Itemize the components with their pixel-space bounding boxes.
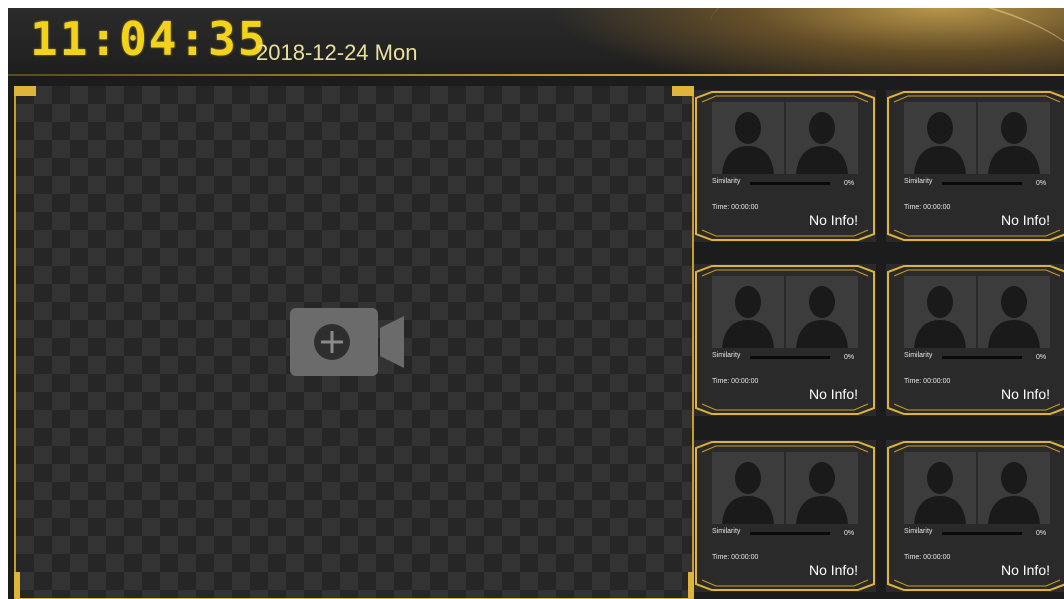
similarity-label: Similarity bbox=[904, 528, 933, 535]
corner-top-left bbox=[14, 86, 36, 96]
person-silhouette-icon bbox=[712, 452, 784, 524]
recognition-card[interactable]: Similarity 0% Time: 00:00:00 No Info! bbox=[886, 440, 1064, 592]
time-label: Time: 00:00:00 bbox=[904, 204, 951, 211]
similarity-bar bbox=[750, 356, 830, 359]
recognition-card[interactable]: Similarity 0% Time: 00:00:00 No Info! bbox=[886, 264, 1064, 416]
person-silhouette-icon bbox=[786, 276, 858, 348]
person-silhouette-icon bbox=[786, 452, 858, 524]
time-label: Time: 00:00:00 bbox=[712, 554, 759, 561]
similarity-value: 0% bbox=[844, 354, 855, 361]
person-silhouette-icon bbox=[786, 452, 858, 524]
photo-pair bbox=[712, 102, 858, 174]
time-label: Time: 00:00:00 bbox=[904, 378, 951, 385]
info-text: No Info! bbox=[1000, 386, 1050, 402]
clock-display: 11:04:35 bbox=[30, 12, 268, 66]
person-silhouette-icon bbox=[712, 276, 784, 348]
person-silhouette-icon bbox=[978, 276, 1050, 348]
person-silhouette-icon bbox=[786, 276, 858, 348]
header-divider bbox=[8, 74, 1064, 76]
person-silhouette-icon bbox=[904, 102, 976, 174]
info-text: No Info! bbox=[1000, 212, 1050, 228]
recognition-card[interactable]: Similarity 0% Time: 00:00:00 No Info! bbox=[886, 90, 1064, 242]
time-label: Time: 00:00:00 bbox=[712, 204, 759, 211]
person-silhouette-icon bbox=[786, 102, 858, 174]
person-silhouette-icon bbox=[978, 276, 1050, 348]
camera-plus-icon[interactable] bbox=[290, 308, 406, 378]
similarity-label: Similarity bbox=[712, 352, 741, 359]
person-silhouette-icon bbox=[978, 102, 1050, 174]
header-streak-decoration bbox=[701, 8, 1064, 76]
similarity-value: 0% bbox=[844, 180, 855, 187]
info-text: No Info! bbox=[808, 562, 858, 578]
person-silhouette-icon bbox=[904, 452, 976, 524]
time-label: Time: 00:00:00 bbox=[904, 554, 951, 561]
app-screen: 11:04:35 2018-12-24 Mon Similarity 0% Ti… bbox=[8, 8, 1064, 599]
person-silhouette-icon bbox=[786, 102, 858, 174]
recognition-card[interactable]: Similarity 0% Time: 00:00:00 No Info! bbox=[694, 90, 876, 242]
person-silhouette-icon bbox=[712, 102, 784, 174]
similarity-label: Similarity bbox=[712, 178, 741, 185]
recognition-card[interactable]: Similarity 0% Time: 00:00:00 No Info! bbox=[694, 264, 876, 416]
person-silhouette-icon bbox=[904, 276, 976, 348]
similarity-label: Similarity bbox=[904, 178, 933, 185]
info-text: No Info! bbox=[808, 386, 858, 402]
similarity-label: Similarity bbox=[904, 352, 933, 359]
info-text: No Info! bbox=[808, 212, 858, 228]
similarity-bar bbox=[942, 532, 1022, 535]
similarity-value: 0% bbox=[1036, 180, 1047, 187]
photo-pair bbox=[904, 102, 1050, 174]
similarity-label: Similarity bbox=[712, 528, 741, 535]
photo-pair bbox=[712, 276, 858, 348]
corner-top-right bbox=[672, 86, 694, 96]
person-silhouette-icon bbox=[904, 452, 976, 524]
corner-bottom-left bbox=[14, 572, 20, 598]
person-silhouette-icon bbox=[904, 276, 976, 348]
photo-pair bbox=[904, 276, 1050, 348]
similarity-value: 0% bbox=[844, 530, 855, 537]
person-silhouette-icon bbox=[978, 452, 1050, 524]
similarity-value: 0% bbox=[1036, 530, 1047, 537]
time-label: Time: 00:00:00 bbox=[712, 378, 759, 385]
similarity-value: 0% bbox=[1036, 354, 1047, 361]
person-silhouette-icon bbox=[978, 102, 1050, 174]
person-silhouette-icon bbox=[712, 102, 784, 174]
person-silhouette-icon bbox=[712, 452, 784, 524]
similarity-bar bbox=[942, 356, 1022, 359]
header-bar: 11:04:35 2018-12-24 Mon bbox=[8, 8, 1064, 76]
photo-pair bbox=[712, 452, 858, 524]
person-silhouette-icon bbox=[978, 452, 1050, 524]
person-silhouette-icon bbox=[712, 276, 784, 348]
similarity-bar bbox=[942, 182, 1022, 185]
similarity-bar bbox=[750, 532, 830, 535]
person-silhouette-icon bbox=[904, 102, 976, 174]
recognition-card[interactable]: Similarity 0% Time: 00:00:00 No Info! bbox=[694, 440, 876, 592]
photo-pair bbox=[904, 452, 1050, 524]
date-display: 2018-12-24 Mon bbox=[256, 40, 418, 65]
similarity-bar bbox=[750, 182, 830, 185]
info-text: No Info! bbox=[1000, 562, 1050, 578]
